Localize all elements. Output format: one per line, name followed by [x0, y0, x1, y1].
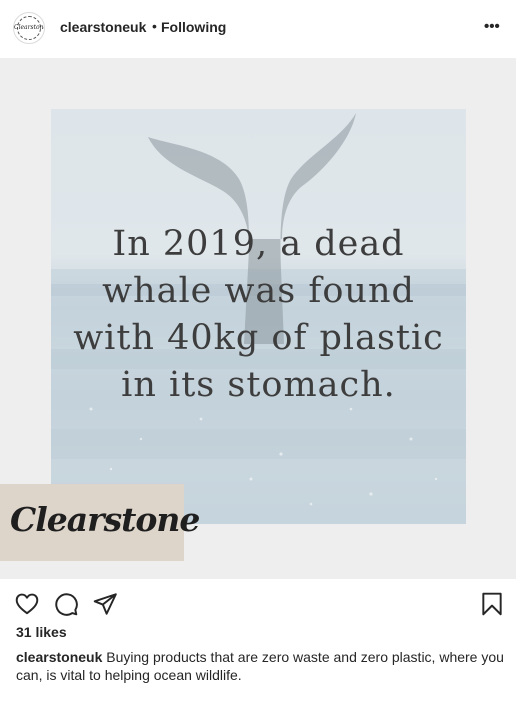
- likes-count[interactable]: 31 likes: [16, 624, 67, 640]
- more-options-icon[interactable]: •••: [484, 18, 500, 35]
- following-button[interactable]: Following: [161, 19, 226, 35]
- username-link[interactable]: clearstoneuk: [60, 19, 146, 35]
- overlay-headline: In 2019, a dead whale was found with 40k…: [51, 221, 466, 409]
- bookmark-icon[interactable]: [479, 591, 505, 617]
- heart-icon[interactable]: [14, 591, 40, 617]
- brand-logo-text: Clearstone: [10, 500, 200, 539]
- post-header: Clearstone clearstoneuk • Following •••: [0, 0, 516, 58]
- avatar-logo-text: Clearstone: [14, 24, 45, 31]
- action-bar: [0, 579, 516, 625]
- separator-dot: •: [152, 18, 157, 34]
- post-caption: clearstoneuk Buying products that are ze…: [16, 648, 506, 684]
- whale-photo: In 2019, a dead whale was found with 40k…: [51, 109, 466, 524]
- overlay-line: with 40kg of plastic: [73, 318, 444, 358]
- overlay-line: in its stomach.: [121, 365, 396, 405]
- brand-box: Clearstone: [0, 484, 200, 561]
- comment-icon[interactable]: [53, 591, 79, 617]
- overlay-line: In 2019, a dead: [112, 224, 405, 264]
- overlay-line: whale was found: [102, 271, 415, 311]
- caption-username[interactable]: clearstoneuk: [16, 649, 102, 665]
- post-image[interactable]: In 2019, a dead whale was found with 40k…: [0, 58, 516, 579]
- avatar[interactable]: Clearstone: [13, 12, 45, 44]
- share-icon[interactable]: [92, 591, 118, 617]
